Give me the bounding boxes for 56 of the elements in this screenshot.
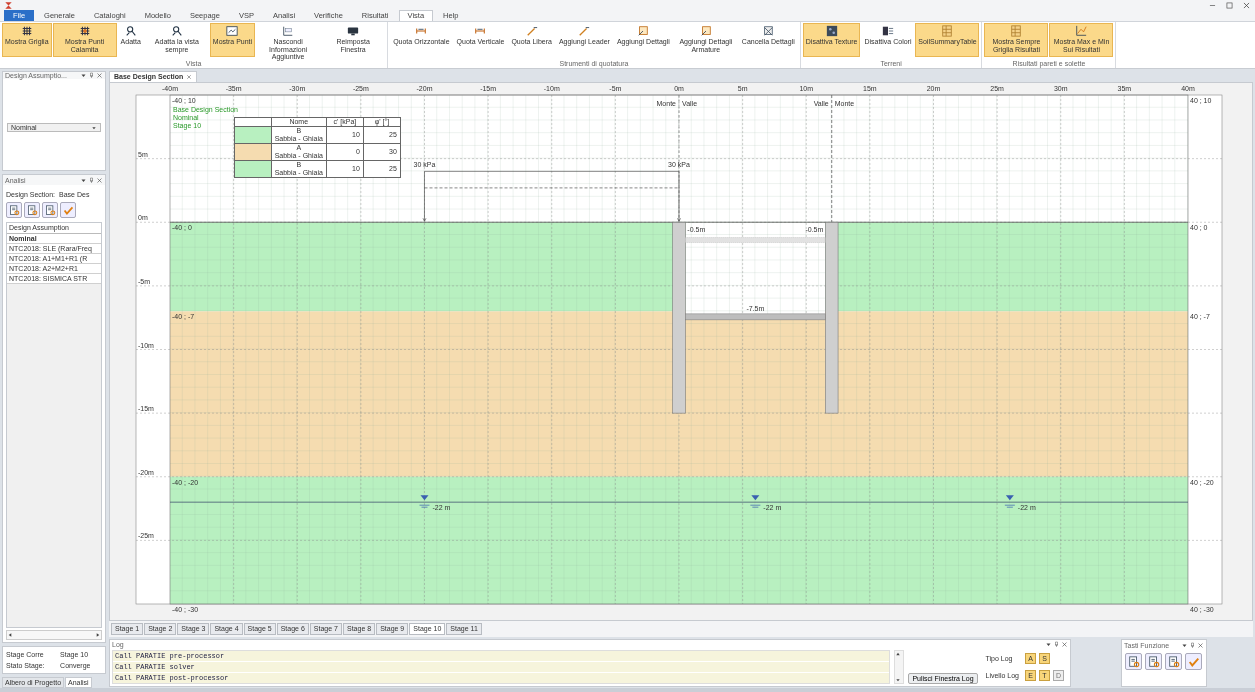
table-icon	[1010, 25, 1023, 37]
pin-icon	[1189, 641, 1196, 649]
text-box-icon	[282, 25, 295, 37]
texture-icon	[825, 25, 838, 37]
monitor-icon	[347, 25, 360, 37]
detail-icon	[637, 25, 650, 37]
caret-right-icon	[95, 632, 101, 638]
doc-gear-icon	[1167, 655, 1180, 668]
close-icon	[1242, 0, 1251, 10]
doc-gear-icon	[26, 204, 38, 216]
check-icon	[1187, 655, 1200, 668]
caret-icon	[80, 72, 87, 79]
dimension-icon	[415, 25, 428, 37]
close-icon	[1197, 641, 1204, 649]
close-icon	[1061, 641, 1068, 648]
water-table-icon	[750, 495, 761, 508]
tool-button[interactable]	[6, 202, 22, 218]
color-icon	[881, 25, 894, 37]
close-icon	[96, 72, 103, 79]
maximize-icon	[1225, 0, 1234, 10]
pin-icon	[88, 176, 95, 184]
tool-button[interactable]	[42, 202, 58, 218]
tool-button[interactable]	[24, 202, 40, 218]
tool-button[interactable]	[60, 202, 76, 218]
pin-icon	[1053, 641, 1060, 648]
close-icon	[186, 73, 193, 80]
app-logo-icon	[4, 0, 13, 10]
scrollbar[interactable]	[894, 650, 905, 684]
eraser-icon	[762, 25, 775, 37]
pin-icon	[88, 72, 95, 79]
magnet-grid-icon	[78, 25, 91, 37]
close-icon	[96, 176, 103, 184]
caret-icon	[1045, 641, 1052, 648]
scrollbar[interactable]	[6, 630, 102, 640]
chart-icon	[1075, 25, 1088, 37]
water-table-icon	[1004, 495, 1016, 508]
caret-icon	[895, 677, 902, 683]
detail-icon	[699, 25, 712, 37]
caret-left-icon	[7, 632, 13, 638]
caret-up-icon	[895, 651, 902, 657]
doc-gear-icon	[8, 204, 20, 216]
doc-gear-icon	[1147, 655, 1160, 668]
tool-button[interactable]	[1185, 653, 1202, 670]
check-icon	[62, 204, 74, 216]
caret-icon	[91, 124, 97, 131]
doc-gear-icon	[1127, 655, 1140, 668]
water-table-icon	[419, 495, 430, 508]
leader-icon	[578, 25, 591, 37]
doc-gear-icon	[44, 204, 56, 216]
table-icon	[941, 25, 954, 37]
tool-button[interactable]	[1125, 653, 1142, 670]
leader-icon	[525, 25, 538, 37]
dimension-icon	[474, 25, 487, 37]
tool-button[interactable]	[1165, 653, 1182, 670]
tool-button[interactable]	[1145, 653, 1162, 670]
grid-icon	[20, 25, 33, 37]
